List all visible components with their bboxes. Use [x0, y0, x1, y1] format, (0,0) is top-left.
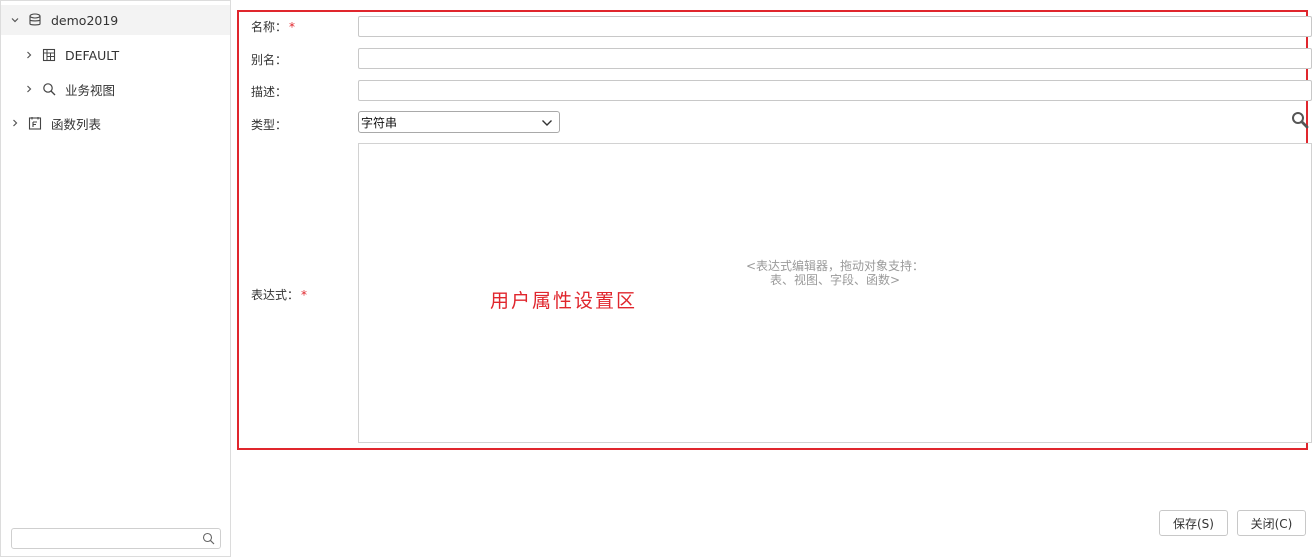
chevron-right-icon[interactable]: [23, 83, 35, 95]
function-list-icon: [27, 115, 43, 131]
chevron-right-icon[interactable]: [23, 49, 35, 61]
magnifier-icon: [1291, 111, 1309, 132]
tree-item-label: 业务视图: [65, 82, 116, 98]
type-select[interactable]: 字符串: [358, 111, 560, 133]
tree-item-demo2019[interactable]: demo2019: [1, 5, 230, 35]
tree-item-label: 函数列表: [51, 116, 102, 132]
expression-search-button[interactable]: [1288, 109, 1312, 133]
search-icon[interactable]: [202, 532, 215, 545]
description-field[interactable]: [358, 80, 1312, 101]
chevron-right-icon[interactable]: [9, 117, 21, 129]
tree-item-label: DEFAULT: [65, 47, 120, 63]
alias-label: 别名：: [251, 53, 288, 67]
schema-icon: [41, 47, 57, 63]
close-button[interactable]: 关闭(C): [1237, 510, 1306, 536]
name-field[interactable]: [358, 16, 1312, 37]
object-tree-panel: demo2019 DEFAULT 业务视图 函数列表: [0, 0, 231, 557]
expression-label: 表达式： *: [251, 288, 308, 302]
tree-item-function-list[interactable]: 函数列表: [1, 108, 230, 138]
type-label: 类型：: [251, 118, 288, 132]
user-attribute-settings-area: 名称： * 别名： 描述： 类型： 字符串 表达式： * <表达式编辑器，拖动对象支…: [237, 10, 1312, 450]
chevron-down-icon: [541, 117, 553, 127]
tree-item-business-view[interactable]: 业务视图: [1, 74, 230, 104]
settings-area-annotation: 用户属性设置区: [490, 290, 638, 312]
alias-field[interactable]: [358, 48, 1312, 69]
expression-editor-hint: <表达式编辑器，拖动对象支持： 表、视图、字段、函数>: [745, 259, 925, 287]
tree-search-box[interactable]: [11, 528, 221, 549]
description-label: 描述：: [251, 85, 288, 99]
search-icon: [41, 81, 57, 97]
property-form: 名称： * 别名： 描述： 类型： 字符串 表达式： * <表达式编辑器，拖动对象支…: [231, 0, 1314, 557]
database-icon: [27, 12, 43, 28]
tree-item-label: demo2019: [51, 12, 119, 28]
tree-search-input[interactable]: [16, 530, 196, 547]
type-selected-value: 字符串: [361, 115, 398, 130]
save-button[interactable]: 保存(S): [1159, 510, 1228, 536]
name-label: 名称： *: [251, 20, 296, 34]
tree-item-default[interactable]: DEFAULT: [1, 40, 230, 70]
chevron-down-icon[interactable]: [9, 14, 21, 26]
